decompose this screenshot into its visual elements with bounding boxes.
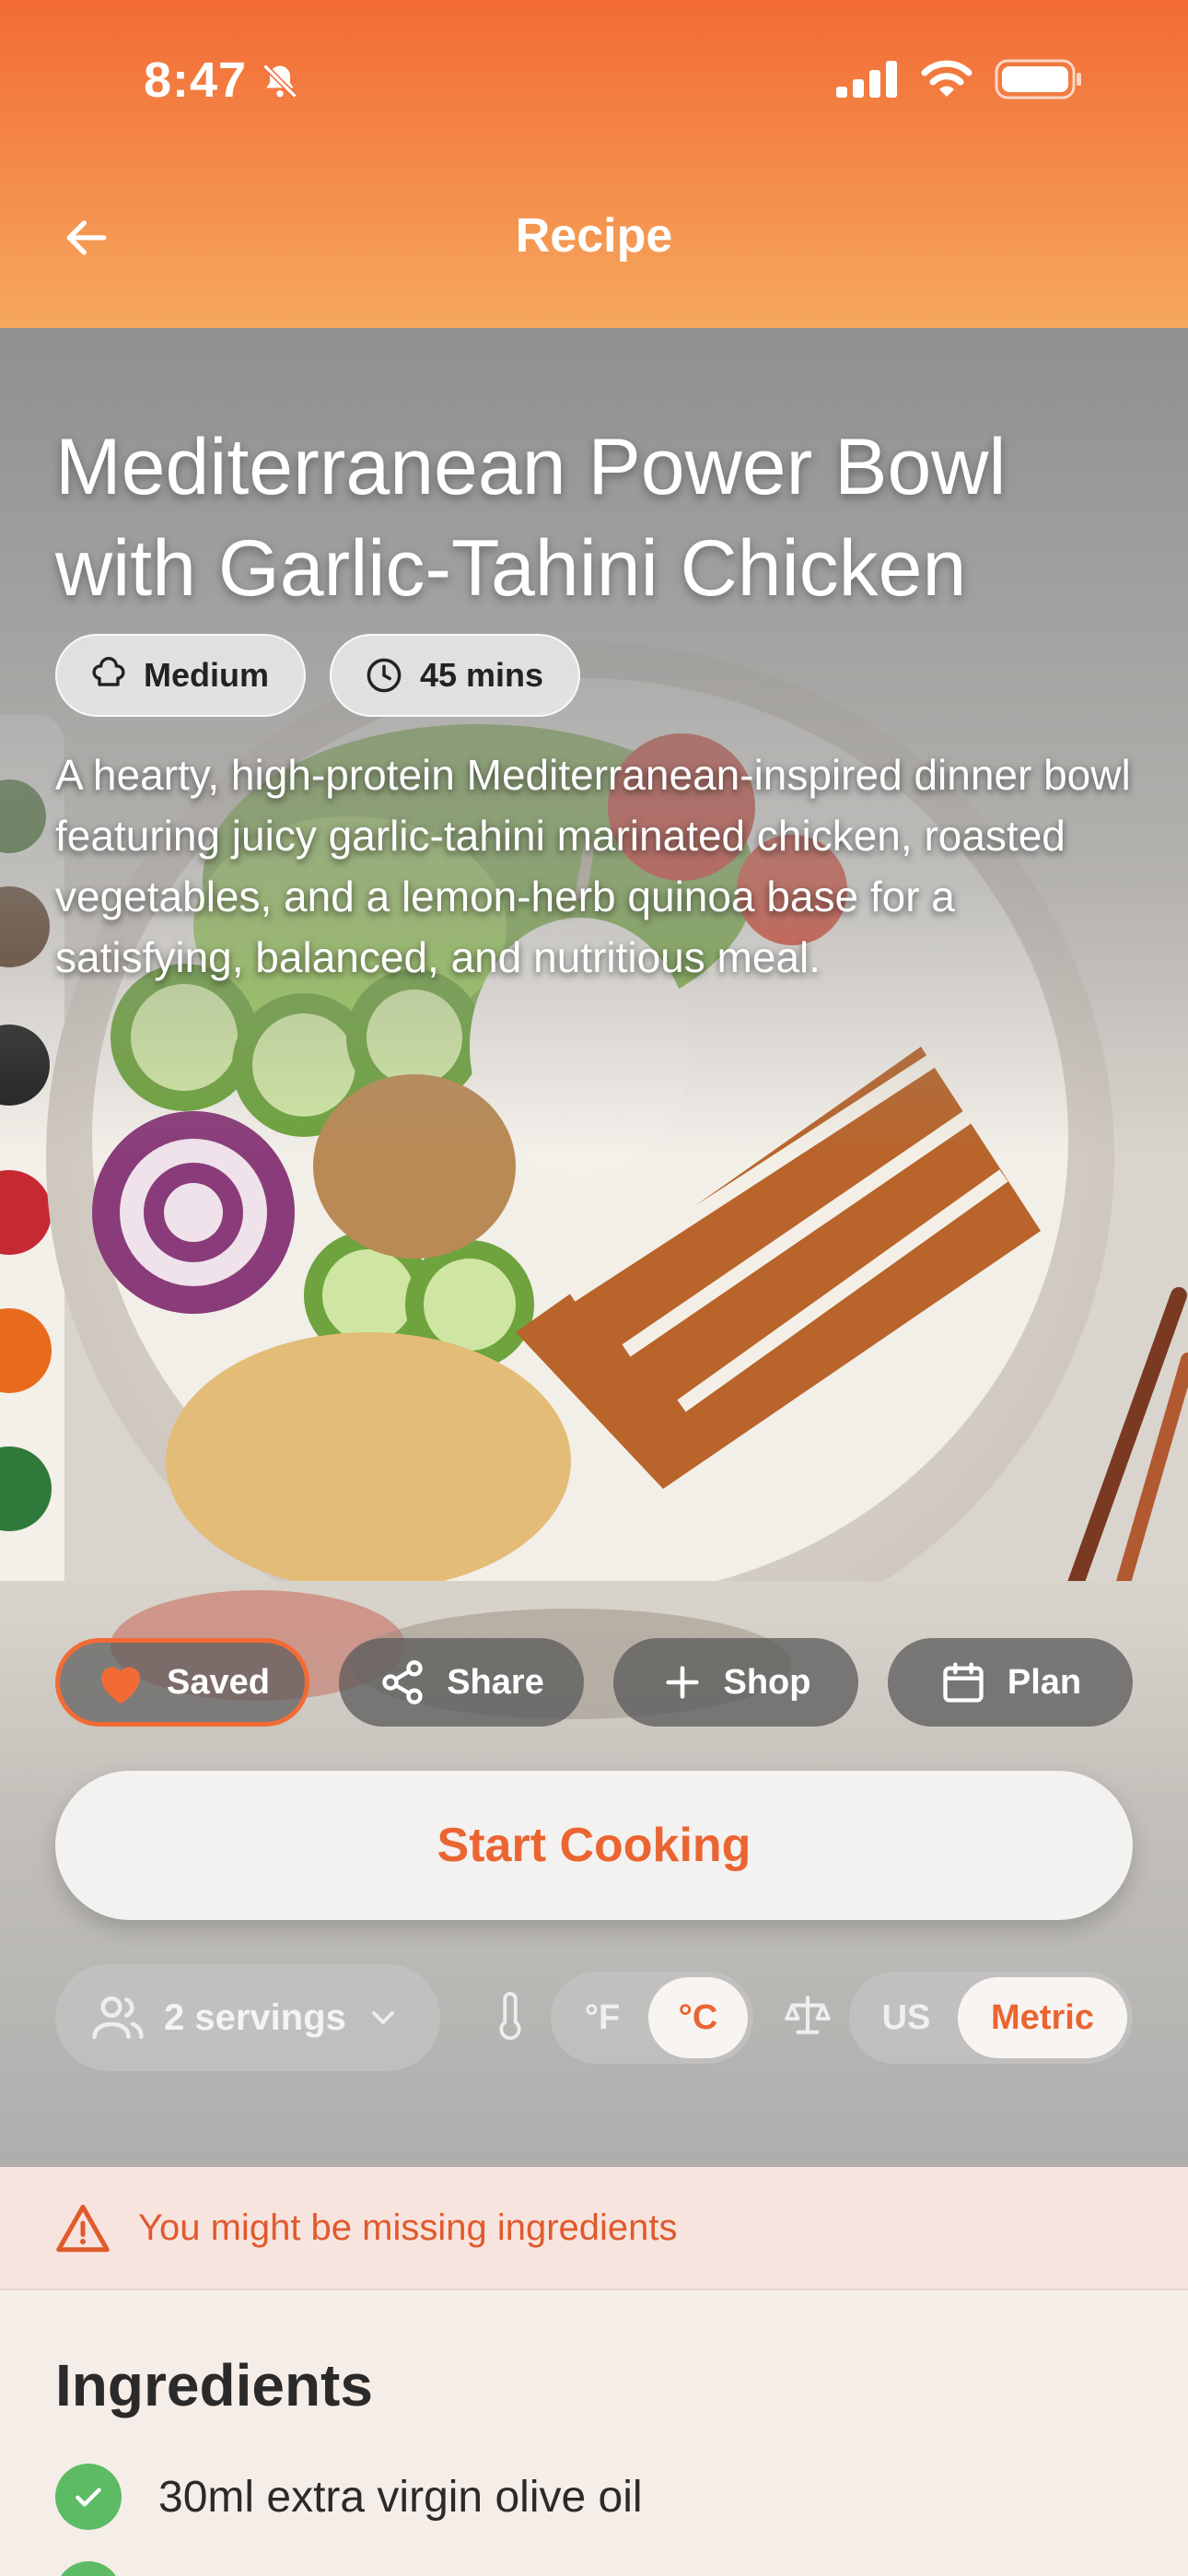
shop-label: Shop xyxy=(723,1662,811,1702)
silent-bell-icon xyxy=(262,64,297,99)
app-header: 8:47 Recipe xyxy=(0,0,1188,328)
start-cooking-button[interactable]: Start Cooking xyxy=(55,1771,1133,1920)
share-icon xyxy=(382,1660,423,1704)
battery-icon xyxy=(995,59,1081,100)
metric-units-option[interactable]: Metric xyxy=(958,1977,1127,2058)
recipe-title-line2: with Garlic-Tahini Chicken xyxy=(55,524,967,613)
difficulty-chip: Medium xyxy=(55,634,306,717)
wifi-icon xyxy=(921,60,973,97)
people-icon xyxy=(92,1996,144,2040)
saved-label: Saved xyxy=(167,1662,270,1702)
shop-button[interactable]: Shop xyxy=(613,1638,858,1727)
plus-icon xyxy=(665,1666,699,1699)
saved-button[interactable]: Saved xyxy=(55,1638,309,1727)
thermometer-icon xyxy=(499,1992,521,2040)
recipe-title: Mediterranean Power Bowl with Garlic-Tah… xyxy=(55,416,1124,619)
difficulty-label: Medium xyxy=(144,656,270,694)
share-label: Share xyxy=(447,1662,544,1702)
check-icon xyxy=(55,2561,122,2576)
celsius-option[interactable]: °C xyxy=(648,1977,748,2058)
plan-button[interactable]: Plan xyxy=(888,1638,1133,1727)
share-button[interactable]: Share xyxy=(339,1638,584,1727)
status-indicators xyxy=(836,59,1083,100)
recipe-description: A hearty, high-protein Mediterranean-ins… xyxy=(55,751,1131,981)
cellular-signal-icon xyxy=(836,61,897,98)
check-icon xyxy=(55,2464,122,2530)
ingredients-section: Ingredients 30ml extra virgin olive oil xyxy=(0,2290,1188,2576)
temperature-toggle: °F °C xyxy=(551,1972,753,2064)
action-row: Saved Share Shop Plan xyxy=(55,1638,1133,1727)
us-units-option[interactable]: US xyxy=(855,1977,958,2058)
servings-label: 2 servings xyxy=(164,1996,346,2038)
heart-icon xyxy=(101,1667,141,1704)
units-toggle: US Metric xyxy=(849,1972,1133,2064)
status-time: 8:47 xyxy=(144,53,248,108)
servings-selector[interactable]: 2 servings xyxy=(55,1964,440,2071)
warning-triangle-icon xyxy=(56,2205,110,2253)
settings-row: 2 servings °F °C US Metric xyxy=(55,1964,1133,2071)
recipe-hero: Mediterranean Power Bowl with Garlic-Tah… xyxy=(0,328,1188,2167)
ingredient-item[interactable]: 30ml extra virgin olive oil xyxy=(55,2464,643,2530)
scale-icon xyxy=(785,1996,831,2034)
warning-text: You might be missing ingredients xyxy=(138,2207,678,2248)
recipe-title-line1: Mediterranean Power Bowl xyxy=(55,423,1007,511)
duration-label: 45 mins xyxy=(420,656,544,694)
clock-icon xyxy=(367,658,402,693)
missing-ingredients-banner[interactable]: You might be missing ingredients xyxy=(0,2167,1188,2290)
duration-chip: 45 mins xyxy=(330,634,580,717)
fahrenheit-option[interactable]: °F xyxy=(556,1977,648,2058)
page-title: Recipe xyxy=(515,209,673,263)
ingredients-title: Ingredients xyxy=(55,2352,373,2418)
chevron-down-icon xyxy=(371,2011,394,2024)
plan-label: Plan xyxy=(1007,1662,1082,1702)
chef-hat-icon xyxy=(92,657,125,686)
calendar-icon xyxy=(943,1662,984,1703)
ingredient-label: 30ml extra virgin olive oil xyxy=(158,2472,643,2522)
